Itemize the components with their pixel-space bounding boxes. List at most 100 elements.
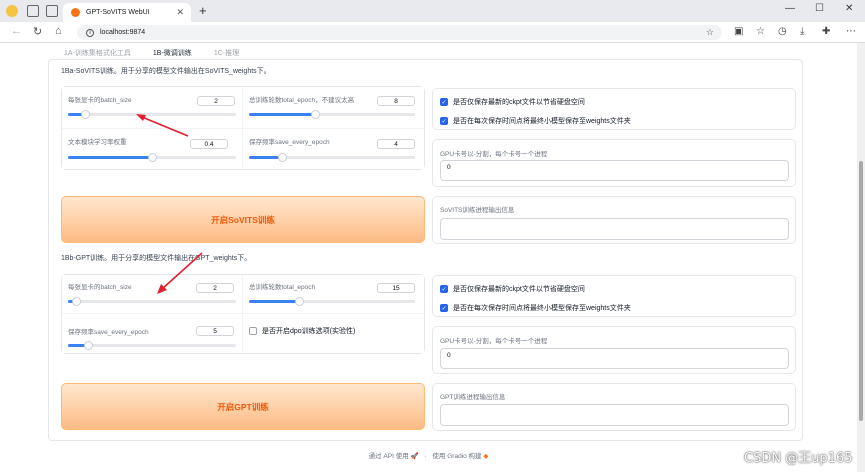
workspaces-icon[interactable] [27,5,39,17]
checkbox-checked-icon[interactable]: ✓ [440,98,448,106]
gradio-link[interactable]: 使用 Gradio 构建 [432,453,481,460]
extensions-icon[interactable]: ✚ [822,26,830,37]
slider-handle[interactable] [311,110,321,119]
sovits-output-block: SoVITS训练进程输出信息 [432,196,796,244]
sovits-gpu-block: GPU卡号以-分割，每个卡号一个进程 0 [432,139,796,187]
sovits-batch-size-cell: 每张显卡的batch_size 2 [62,87,242,128]
gpt-total-epoch-cell: 总训练轮数total_epoch 15 [243,275,424,313]
checkbox-checked-icon[interactable]: ✓ [440,304,448,312]
new-tab-button[interactable]: + [199,3,207,18]
tab-actions-icon[interactable] [46,5,58,17]
sovits-output-label: SoVITS训练进程输出信息 [440,207,515,214]
gpt-save-every-epoch-cell: 保存频率save_every_epoch 5 [62,314,242,353]
sovits-save-every-epoch-label: 保存频率save_every_epoch [249,139,330,146]
sovits-save-every-epoch-cell: 保存频率save_every_epoch 4 [243,129,424,169]
site-info-icon[interactable]: i [86,28,94,37]
checkbox-checked-icon[interactable]: ✓ [440,285,448,293]
slider-handle[interactable] [148,153,157,162]
slider-handle[interactable] [278,153,288,162]
close-tab-icon[interactable]: ✕ [176,7,184,18]
favorites-icon[interactable]: ☆ [756,26,765,37]
slider-handle[interactable] [72,297,82,306]
sovits-text-lr-slider[interactable] [68,153,236,162]
sovits-text-lr-label: 文本模块学习率权重 [68,139,127,146]
gpt-batch-size-input[interactable]: 2 [196,283,234,293]
gpt-batch-size-label: 每张显卡的batch_size [68,284,132,291]
url-field[interactable]: i localhost:9874 ☆ [77,25,722,40]
split-screen-icon[interactable]: ▣ [734,26,743,37]
gradio-page: 1A-训练集格式化工具 1B-微调训练 1C-推理 1Ba-SoVITS训练。用… [0,43,857,472]
gradio-favicon-icon [71,8,80,17]
gpt-total-epoch-slider[interactable] [249,297,415,306]
gpt-dpo-checkbox[interactable]: 是否开启dpo训练选项(实验性) [249,326,355,336]
history-icon[interactable]: ◷ [778,26,787,37]
api-link[interactable]: 通过 API 使用 [369,453,409,460]
minimize-icon[interactable]: — [785,3,795,14]
close-window-icon[interactable]: ✕ [845,3,853,14]
slider-handle[interactable] [84,341,94,350]
sovits-text-lr-cell: 文本模块学习率权重 0.4 [62,129,242,169]
gradio-logo-icon: ◆ [483,453,489,460]
sovits-text-lr-input[interactable]: 0.4 [190,139,228,149]
sovits-save-every-epoch-input[interactable]: 4 [377,139,415,149]
sovits-save-latest-checkbox[interactable]: ✓ 是否仅保存最新的ckpt文件以节省硬盘空间 [440,97,585,107]
address-bar: ← ↻ ⌂ i localhost:9874 ☆ ▣ ☆ ◷ ⤓ ✚ ⋯ [0,22,865,43]
gpt-section-title: 1Bb-GPT训练。用于分享的模型文件输出在GPT_weights下。 [61,255,252,262]
gpt-dpo-cell: 是否开启dpo训练选项(实验性) [243,314,424,353]
home-icon[interactable]: ⌂ [55,25,62,37]
sovits-batch-size-slider[interactable] [68,110,236,119]
sovits-section-title: 1Ba-SoVITS训练。用于分享的模型文件输出在SoVITS_weights下… [61,68,271,75]
start-gpt-training-button[interactable]: 开启GPT训练 [61,383,425,430]
page-scrollbar[interactable] [857,43,865,472]
gpt-options-block: ✓ 是否仅保存最新的ckpt文件以节省硬盘空间 ✓ 是否在每次保存时间点将最终小… [432,275,796,317]
menu-icon[interactable]: ⋯ [846,26,856,37]
gpt-output-label: GPT训练进程输出信息 [440,394,506,401]
slider-fill [249,113,316,116]
sovits-options-block: ✓ 是否仅保存最新的ckpt文件以节省硬盘空间 ✓ 是否在每次保存时间点将最终小… [432,88,796,130]
checkbox-unchecked-icon[interactable] [249,327,257,335]
gpt-save-every-epoch-slider[interactable] [68,341,236,350]
refresh-icon[interactable]: ↻ [33,25,42,38]
gpt-gpu-label: GPU卡号以-分割，每个卡号一个进程 [440,338,548,345]
gpt-gpu-block: GPU卡号以-分割，每个卡号一个进程 0 [432,326,796,374]
sovits-gpu-label: GPU卡号以-分割，每个卡号一个进程 [440,151,548,158]
gpt-save-every-epoch-label: 保存频率save_every_epoch [68,329,149,336]
gpt-batch-size-cell: 每张显卡的batch_size 2 [62,275,242,313]
url-text: localhost:9874 [100,29,146,36]
gpt-save-every-epoch-input[interactable]: 5 [196,326,234,336]
back-icon[interactable]: ← [11,25,22,37]
gpt-batch-size-slider[interactable] [68,297,236,306]
checkbox-label: 是否在每次保存时间点将最终小模型保存至weights文件夹 [453,118,631,125]
gpt-save-latest-checkbox[interactable]: ✓ 是否仅保存最新的ckpt文件以节省硬盘空间 [440,284,585,294]
slider-fill [68,156,152,159]
sovits-total-epoch-cell: 总训练轮数total_epoch，不建议太高 8 [243,87,424,128]
checkbox-label: 是否开启dpo训练选项(实验性) [262,328,356,335]
gpt-save-weights-checkbox[interactable]: ✓ 是否在每次保存时间点将最终小模型保存至weights文件夹 [440,303,631,313]
sovits-total-epoch-slider[interactable] [249,110,415,119]
start-sovits-training-button[interactable]: 开启SoVITS训练 [61,196,425,243]
rocket-icon: 🚀 [410,453,419,460]
gpt-output-textarea[interactable] [440,404,789,426]
browser-tab[interactable]: GPT-SoVITS WebUI ✕ [63,3,191,22]
slider-fill [249,300,299,303]
gpt-output-block: GPT训练进程输出信息 [432,383,796,431]
sovits-batch-size-input[interactable]: 2 [197,96,235,106]
gpt-total-epoch-input[interactable]: 15 [377,283,415,293]
scrollbar-thumb[interactable] [859,161,863,421]
slider-handle[interactable] [80,110,90,119]
sovits-save-weights-checkbox[interactable]: ✓ 是否在每次保存时间点将最终小模型保存至weights文件夹 [440,116,631,126]
checkbox-checked-icon[interactable]: ✓ [440,117,448,125]
slider-handle[interactable] [294,297,304,306]
downloads-icon[interactable]: ⤓ [800,26,804,37]
sovits-gpu-input[interactable]: 0 [440,160,789,181]
maximize-icon[interactable]: ☐ [815,3,824,14]
favorite-star-icon[interactable]: ☆ [706,27,714,38]
tab-title: GPT-SoVITS WebUI [86,9,150,16]
sovits-total-epoch-input[interactable]: 8 [377,96,415,106]
sovits-save-every-epoch-slider[interactable] [249,153,415,162]
profile-icon[interactable] [6,5,18,17]
sovits-output-textarea[interactable] [440,218,789,240]
gpt-gpu-input[interactable]: 0 [440,348,789,369]
checkbox-label: 是否仅保存最新的ckpt文件以节省硬盘空间 [453,286,585,293]
gpt-total-epoch-label: 总训练轮数total_epoch [249,284,316,291]
